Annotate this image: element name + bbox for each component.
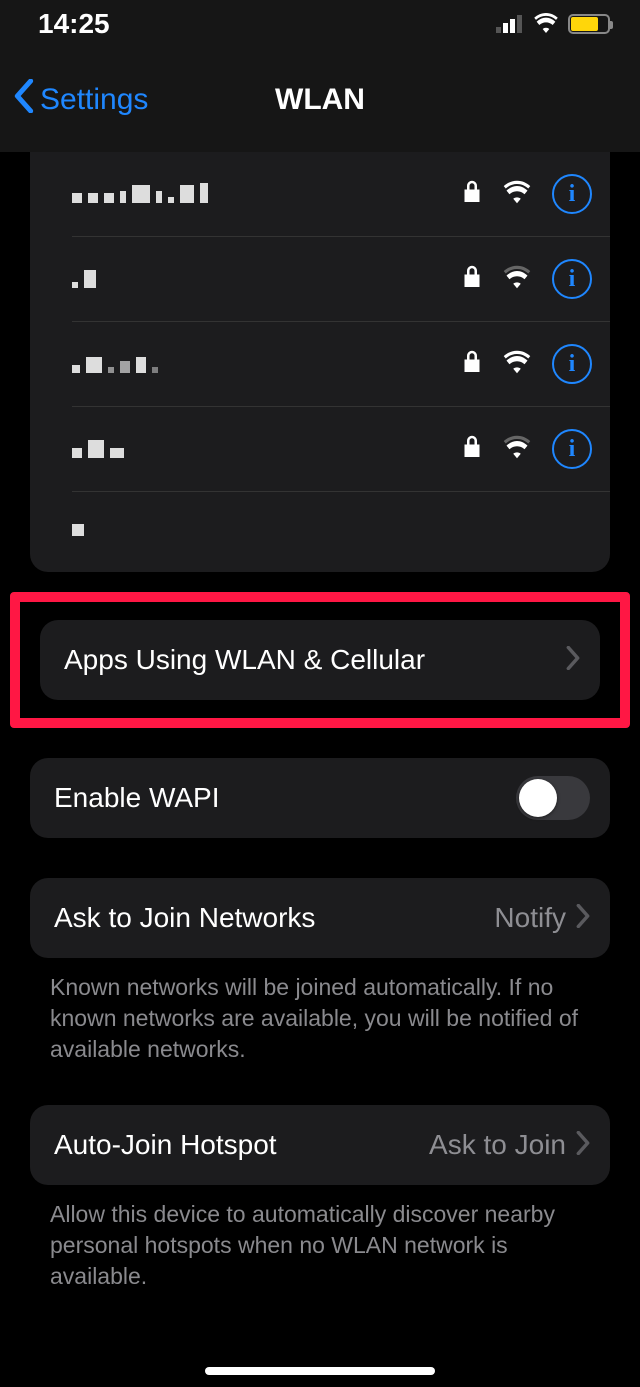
back-label: Settings (40, 83, 148, 117)
chevron-right-icon (576, 904, 590, 933)
network-name-redacted (72, 348, 462, 380)
wifi-icon (502, 265, 532, 294)
chevron-left-icon (14, 79, 34, 121)
network-row[interactable]: i (72, 152, 610, 237)
network-row[interactable] (72, 492, 610, 562)
cell-label: Apps Using WLAN & Cellular (64, 644, 566, 676)
wifi-status-icon (532, 8, 560, 40)
network-row[interactable]: i (72, 407, 610, 492)
network-info-button[interactable]: i (552, 174, 592, 214)
enable-wapi-cell[interactable]: Enable WAPI (30, 758, 610, 838)
wapi-section: Enable WAPI (30, 758, 610, 838)
wifi-icon (502, 435, 532, 464)
cellular-icon (496, 8, 524, 40)
apps-using-wlan-cell[interactable]: Apps Using WLAN & Cellular (40, 620, 600, 700)
status-bar: 14:25 (0, 0, 640, 48)
lock-icon (462, 434, 482, 465)
wapi-toggle[interactable] (516, 776, 590, 820)
phone-frame: 14:25 Settings WLAN (0, 0, 640, 1387)
nav-bar: Settings WLAN (0, 48, 640, 152)
chevron-right-icon (566, 646, 580, 675)
cell-value: Notify (494, 902, 566, 934)
back-button[interactable]: Settings (0, 79, 148, 121)
network-list: i i i (30, 152, 610, 572)
ask-join-cell[interactable]: Ask to Join Networks Notify (30, 878, 610, 958)
auto-hotspot-section: Auto-Join Hotspot Ask to Join (30, 1105, 610, 1185)
home-indicator[interactable] (205, 1367, 435, 1375)
network-name-redacted (72, 433, 462, 465)
network-name-redacted (72, 511, 592, 543)
auto-hotspot-footer: Allow this device to automatically disco… (0, 1185, 640, 1292)
status-time: 14:25 (38, 8, 110, 40)
network-name-redacted (72, 263, 462, 295)
cell-label: Auto-Join Hotspot (54, 1129, 429, 1161)
status-right (496, 8, 610, 40)
highlight-box: Apps Using WLAN & Cellular (10, 592, 630, 728)
cell-value: Ask to Join (429, 1129, 566, 1161)
network-row[interactable]: i (72, 237, 610, 322)
ask-join-footer: Known networks will be joined automatica… (0, 958, 640, 1065)
wifi-icon (502, 350, 532, 379)
lock-icon (462, 349, 482, 380)
battery-icon (568, 14, 610, 34)
cell-label: Ask to Join Networks (54, 902, 494, 934)
lock-icon (462, 179, 482, 210)
network-info-button[interactable]: i (552, 259, 592, 299)
lock-icon (462, 264, 482, 295)
network-info-button[interactable]: i (552, 344, 592, 384)
auto-hotspot-cell[interactable]: Auto-Join Hotspot Ask to Join (30, 1105, 610, 1185)
apps-using-wlan-section: Apps Using WLAN & Cellular (40, 620, 600, 700)
cell-label: Enable WAPI (54, 782, 516, 814)
network-row[interactable]: i (72, 322, 610, 407)
content: i i i (0, 152, 640, 1292)
wifi-icon (502, 180, 532, 209)
network-info-button[interactable]: i (552, 429, 592, 469)
chevron-right-icon (576, 1131, 590, 1160)
ask-join-section: Ask to Join Networks Notify (30, 878, 610, 958)
network-name-redacted (72, 178, 462, 210)
